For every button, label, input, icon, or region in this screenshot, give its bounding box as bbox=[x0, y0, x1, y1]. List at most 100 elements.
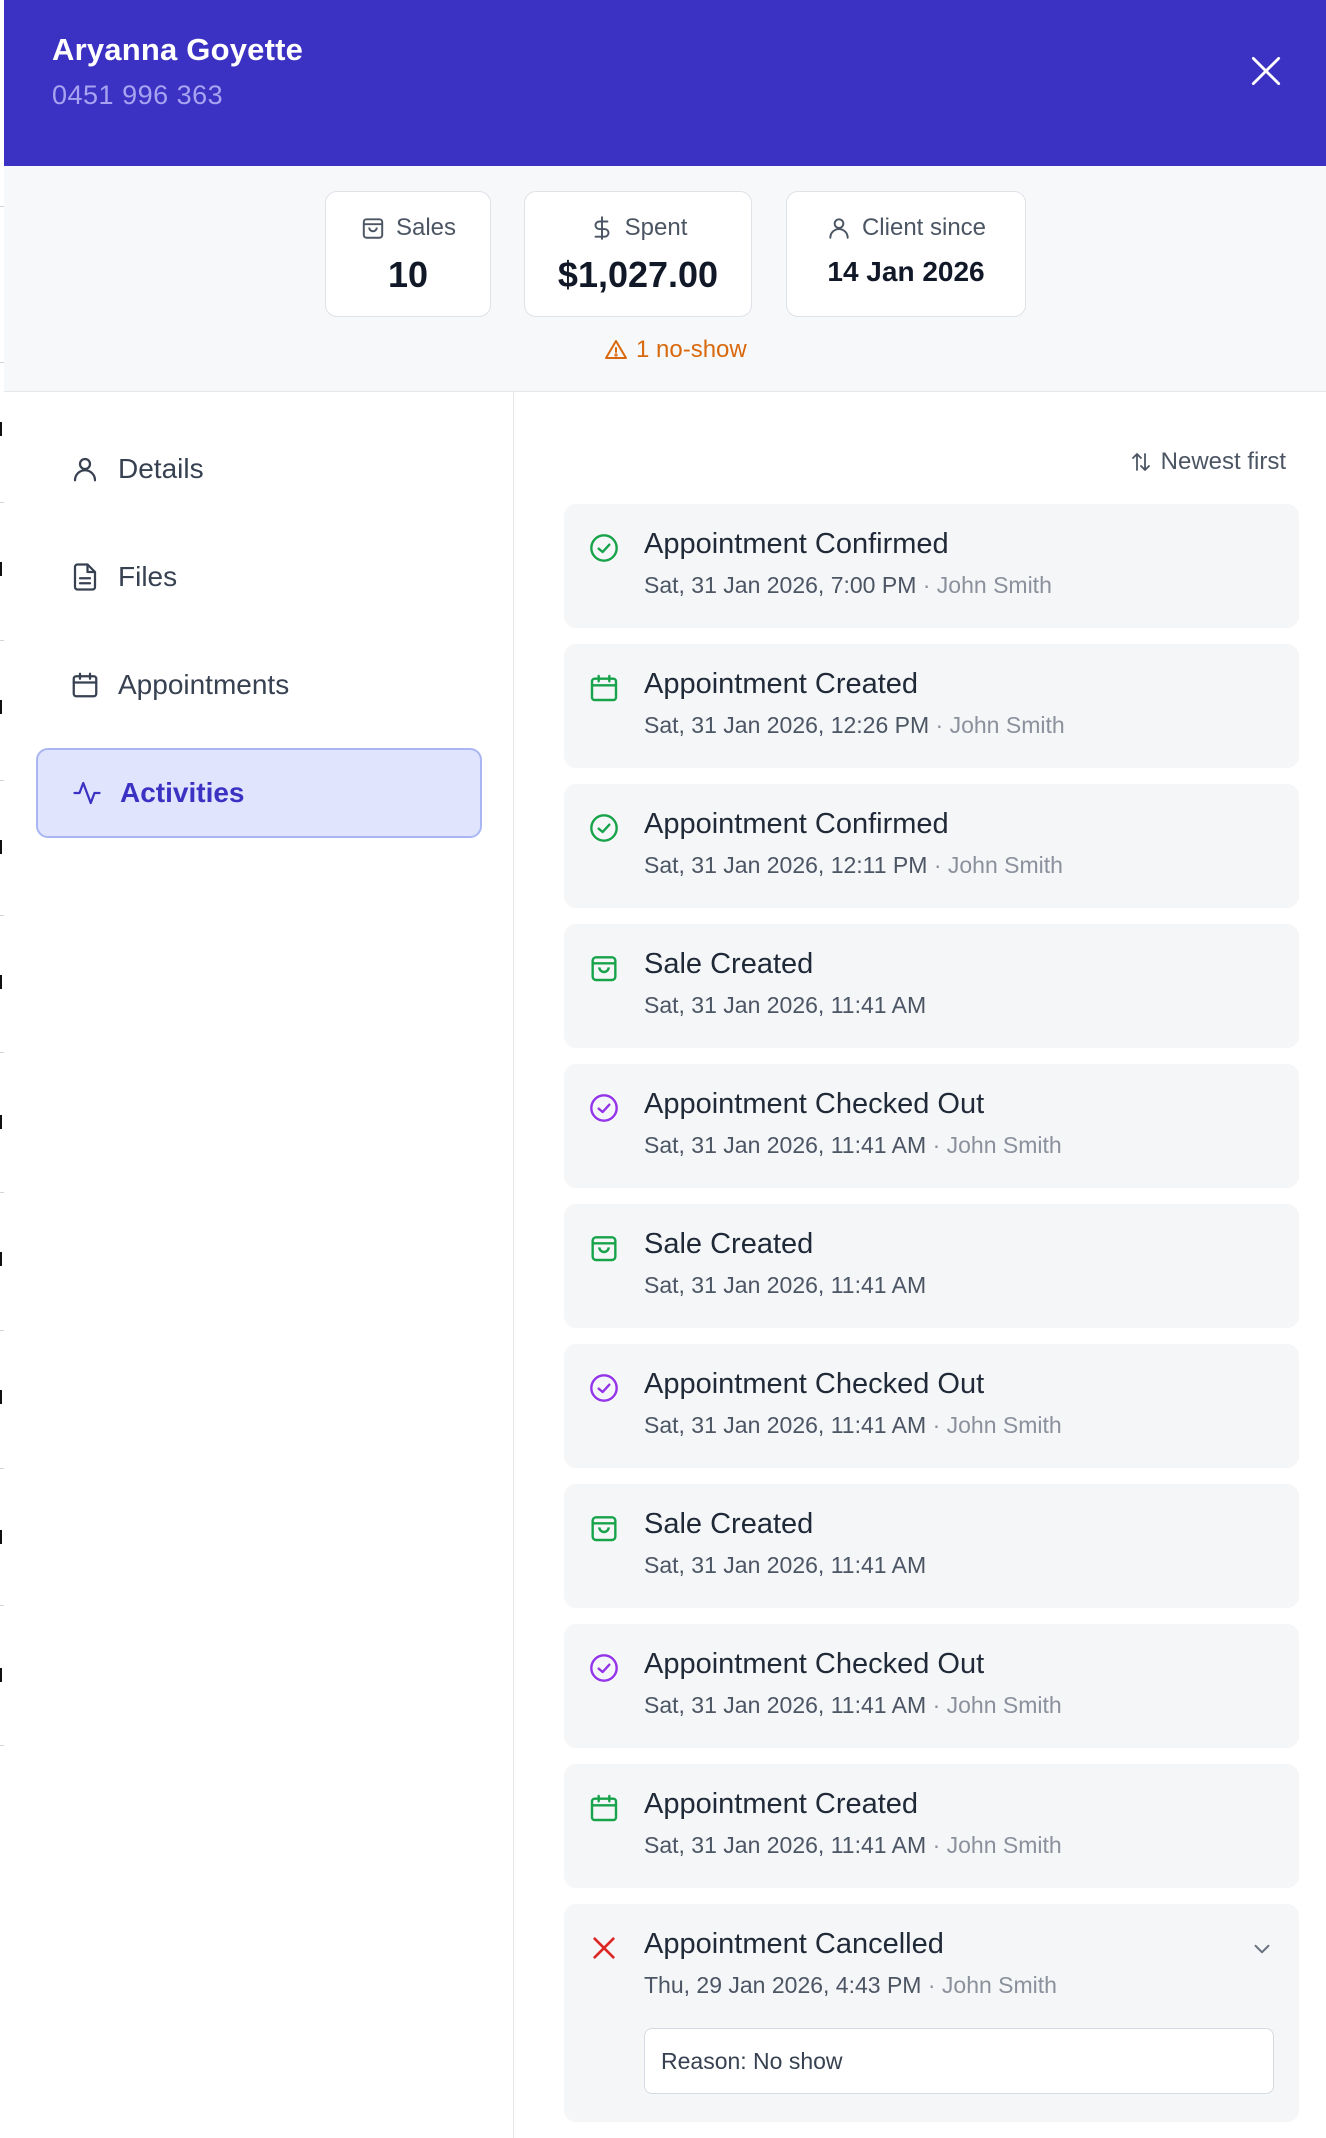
sidebar-item-label: Files bbox=[118, 561, 178, 592]
sidebar-item-label: Appointments bbox=[118, 669, 290, 700]
activity-date: Sat, 31 Jan 2026, 11:41 AM bbox=[644, 1272, 927, 1298]
activity-icon bbox=[73, 781, 101, 805]
shopping-bag-icon bbox=[591, 1236, 617, 1262]
activity-item: Sale Created Sat, 31 Jan 2026, 11:41 AM bbox=[564, 1484, 1299, 1608]
calendar-icon bbox=[590, 674, 618, 702]
activity-meta: Sat, 31 Jan 2026, 11:41 AM bbox=[644, 992, 926, 1019]
activity-author: · John Smith bbox=[927, 1972, 1057, 1998]
sidebar-item-activities[interactable]: Activities bbox=[36, 748, 482, 838]
activity-item: Sale Created Sat, 31 Jan 2026, 11:41 AM bbox=[564, 1204, 1299, 1328]
client-drawer: Aryanna Goyette 0451 996 363 Sales 10 Sp… bbox=[4, 0, 1326, 2138]
chevron-down-icon[interactable] bbox=[1249, 1936, 1275, 1962]
activity-title: Sale Created bbox=[644, 1508, 814, 1540]
check-circle-icon bbox=[590, 1654, 618, 1682]
check-circle-icon bbox=[590, 814, 618, 842]
sidebar-item-details[interactable]: Details bbox=[36, 424, 482, 514]
activity-date: Sat, 31 Jan 2026, 11:41 AM bbox=[644, 1132, 927, 1158]
noshow-text: 1 no-show bbox=[636, 336, 747, 363]
activity-meta: Sat, 31 Jan 2026, 11:41 AM bbox=[644, 1272, 926, 1299]
close-icon[interactable] bbox=[1247, 52, 1285, 90]
client-name: Aryanna Goyette bbox=[52, 32, 304, 67]
sidebar-item-label: Activities bbox=[120, 777, 245, 808]
client-since-label: Client since bbox=[861, 214, 987, 241]
activity-item: Sale Created Sat, 31 Jan 2026, 11:41 AM bbox=[564, 924, 1299, 1048]
sidebar-item-files[interactable]: Files bbox=[36, 532, 482, 622]
spent-label: Spent bbox=[624, 214, 688, 241]
sort-label: Newest first bbox=[1160, 448, 1286, 475]
activity-date: Thu, 29 Jan 2026, 4:43 PM bbox=[644, 1972, 922, 1998]
activity-date: Sat, 31 Jan 2026, 11:41 AM bbox=[644, 1412, 927, 1438]
activity-item[interactable]: Appointment Cancelled Thu, 29 Jan 2026, 4… bbox=[564, 1904, 1299, 2122]
shopping-bag-icon bbox=[362, 218, 384, 239]
activity-author: · John Smith bbox=[922, 572, 1052, 598]
activity-title: Appointment Confirmed bbox=[644, 808, 949, 840]
sidebar-item-label: Details bbox=[118, 453, 204, 484]
client-header: Aryanna Goyette 0451 996 363 bbox=[4, 0, 1326, 166]
activity-date: Sat, 31 Jan 2026, 11:41 AM bbox=[644, 1552, 927, 1578]
shopping-bag-icon bbox=[591, 956, 617, 982]
activity-meta: Sat, 31 Jan 2026, 11:41 AM · John Smith bbox=[644, 1132, 1062, 1159]
client-phone[interactable]: 0451 996 363 bbox=[52, 80, 223, 111]
client-stats: Sales 10 Spent $1,027.00 Client since 14… bbox=[4, 166, 1326, 392]
activity-author: · John Smith bbox=[932, 1692, 1062, 1718]
shopping-bag-icon bbox=[591, 1516, 617, 1542]
spent-value: $1,027.00 bbox=[557, 254, 719, 295]
check-circle-icon bbox=[590, 1094, 618, 1122]
dollar-icon bbox=[594, 216, 610, 240]
activity-title: Appointment Checked Out bbox=[644, 1368, 985, 1400]
noshow-warning: 1 no-show bbox=[604, 336, 747, 364]
sort-button[interactable]: Newest first bbox=[1129, 448, 1286, 476]
activity-item: Appointment Confirmed Sat, 31 Jan 2026, 1… bbox=[564, 784, 1299, 908]
sidebar-item-appointments[interactable]: Appointments bbox=[36, 640, 482, 730]
activity-meta: Sat, 31 Jan 2026, 11:41 AM · John Smith bbox=[644, 1832, 1062, 1859]
check-circle-icon bbox=[590, 1374, 618, 1402]
activity-meta: Sat, 31 Jan 2026, 11:41 AM bbox=[644, 1552, 926, 1579]
activity-feed: Newest first Appointment Confirmed Sat, 3… bbox=[514, 392, 1326, 2138]
activity-author: · John Smith bbox=[932, 1832, 1062, 1858]
spent-stat-card: Spent $1,027.00 bbox=[524, 191, 752, 317]
activity-meta: Sat, 31 Jan 2026, 11:41 AM · John Smith bbox=[644, 1412, 1062, 1439]
activity-item: Appointment Created Sat, 31 Jan 2026, 11:… bbox=[564, 1764, 1299, 1888]
activity-title: Appointment Checked Out bbox=[644, 1088, 985, 1120]
activity-date: Sat, 31 Jan 2026, 11:41 AM bbox=[644, 1832, 927, 1858]
activity-meta: Thu, 29 Jan 2026, 4:43 PM · John Smith bbox=[644, 1972, 1057, 1999]
client-since-value: 14 Jan 2026 bbox=[827, 256, 985, 287]
activity-meta: Sat, 31 Jan 2026, 7:00 PM · John Smith bbox=[644, 572, 1052, 599]
activity-author: · John Smith bbox=[932, 1412, 1062, 1438]
sales-value: 10 bbox=[387, 254, 429, 295]
user-icon bbox=[829, 218, 849, 239]
activity-meta: Sat, 31 Jan 2026, 12:26 PM · John Smith bbox=[644, 712, 1065, 739]
calendar-icon bbox=[590, 1794, 618, 1822]
sales-stat-card: Sales 10 bbox=[325, 191, 491, 317]
client-since-stat-card: Client since 14 Jan 2026 bbox=[786, 191, 1026, 317]
activity-item: Appointment Checked Out Sat, 31 Jan 2026,… bbox=[564, 1624, 1299, 1748]
activity-title: Appointment Confirmed bbox=[644, 528, 949, 560]
activity-item: Appointment Checked Out Sat, 31 Jan 2026,… bbox=[564, 1064, 1299, 1188]
file-icon bbox=[73, 563, 97, 591]
activity-title: Appointment Created bbox=[644, 1788, 919, 1820]
activity-author: · John Smith bbox=[932, 1132, 1062, 1158]
warning-icon bbox=[605, 340, 627, 359]
activity-item: Appointment Created Sat, 31 Jan 2026, 12:… bbox=[564, 644, 1299, 768]
activity-title: Appointment Checked Out bbox=[644, 1648, 985, 1680]
activity-meta: Sat, 31 Jan 2026, 11:41 AM · John Smith bbox=[644, 1692, 1062, 1719]
activity-title: Appointment Cancelled bbox=[644, 1928, 944, 1960]
check-circle-icon bbox=[590, 534, 618, 562]
activity-item: Appointment Confirmed Sat, 31 Jan 2026, 7… bbox=[564, 504, 1299, 628]
activity-date: Sat, 31 Jan 2026, 7:00 PM bbox=[644, 572, 917, 598]
x-icon bbox=[593, 1937, 615, 1959]
activity-meta: Sat, 31 Jan 2026, 12:11 PM · John Smith bbox=[644, 852, 1063, 879]
activity-title: Sale Created bbox=[644, 1228, 814, 1260]
activity-author: · John Smith bbox=[935, 712, 1065, 738]
activity-date: Sat, 31 Jan 2026, 12:11 PM bbox=[644, 852, 928, 878]
activity-author: · John Smith bbox=[933, 852, 1063, 878]
activity-title: Sale Created bbox=[644, 948, 814, 980]
sort-icon bbox=[1131, 453, 1150, 471]
activity-date: Sat, 31 Jan 2026, 12:26 PM bbox=[644, 712, 930, 738]
sales-label: Sales bbox=[395, 214, 457, 241]
client-sidebar: Details Files Appointments Activities bbox=[4, 392, 514, 2138]
user-icon bbox=[73, 457, 97, 482]
activity-item: Appointment Checked Out Sat, 31 Jan 2026,… bbox=[564, 1344, 1299, 1468]
activity-title: Appointment Created bbox=[644, 668, 919, 700]
cancellation-reason: Reason: No show bbox=[644, 2028, 1274, 2094]
